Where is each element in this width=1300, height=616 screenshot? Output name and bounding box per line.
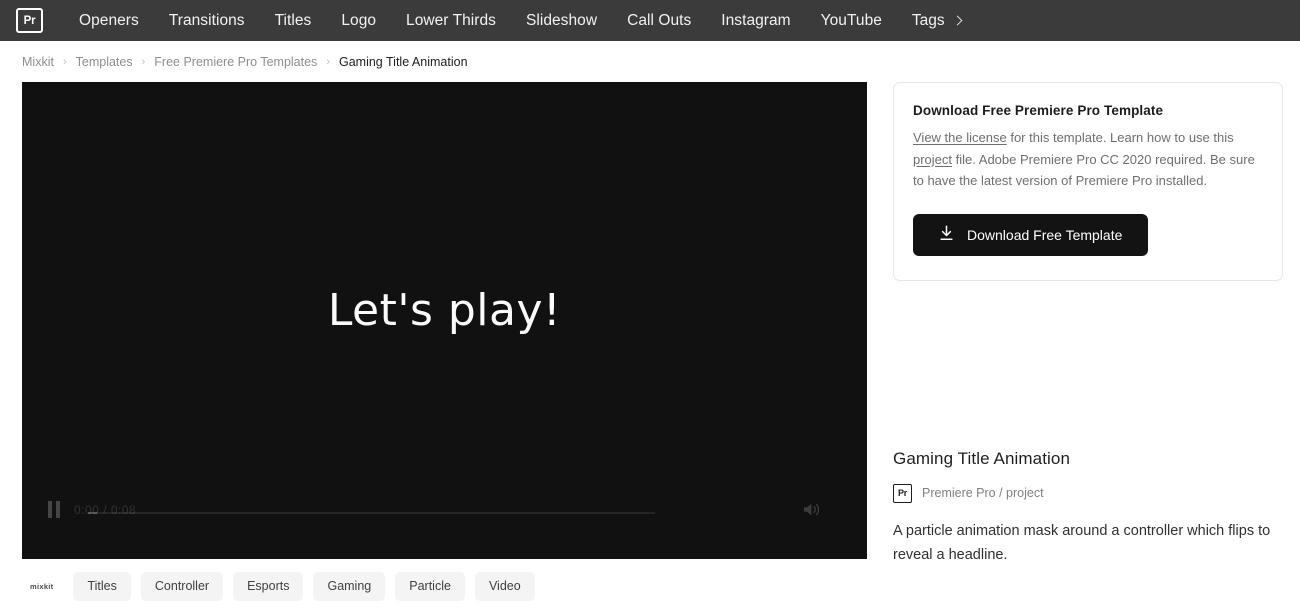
tag-video[interactable]: Video	[474, 572, 535, 601]
tag-list: mixkit Titles Controller Esports Gaming …	[22, 559, 867, 601]
template-title: Gaming Title Animation	[893, 448, 1071, 468]
breadcrumb-separator-icon: ›	[326, 55, 330, 68]
download-card-title: Download Free Premiere Pro Template	[913, 103, 1164, 118]
breadcrumb-separator-icon: ›	[141, 55, 146, 68]
template-meta: Gaming Title Animation Pr Premiere Pro /…	[893, 281, 1283, 567]
download-icon	[939, 225, 954, 244]
download-card: Download Free Premiere Pro Template View…	[893, 82, 1283, 281]
nav-item-logo[interactable]: Logo	[326, 0, 391, 41]
breadcrumb-item-templates[interactable]: Templates	[76, 55, 133, 69]
breadcrumb-item-mixkit[interactable]: Mixkit	[22, 55, 54, 69]
video-progress-fill	[88, 512, 97, 514]
nav-item-transitions[interactable]: Transitions	[154, 0, 260, 41]
volume-icon[interactable]	[802, 501, 821, 518]
video-column: Let's play! 0:00 / 0:08 mixkit Titles Co…	[22, 82, 867, 601]
breadcrumb-separator-icon: ›	[62, 55, 67, 68]
nav-item-titles[interactable]: Titles	[260, 0, 327, 41]
tag-esports[interactable]: Esports	[233, 572, 304, 601]
mixkit-wordmark-icon: mixkit	[30, 582, 54, 591]
chevron-right-icon	[952, 15, 963, 26]
nav-item-instagram[interactable]: Instagram	[706, 0, 805, 41]
premiere-pro-badge-icon: Pr	[893, 483, 912, 503]
download-card-description: View the license for this template. Lear…	[913, 127, 1263, 192]
breadcrumb: Mixkit › Templates › Free Premiere Pro T…	[0, 41, 1300, 82]
pause-icon[interactable]	[48, 501, 60, 518]
video-progress-bar[interactable]	[88, 512, 655, 514]
breadcrumb-item-current: Gaming Title Animation	[338, 54, 468, 69]
tag-titles[interactable]: Titles	[73, 572, 131, 601]
nav-item-openers[interactable]: Openers	[64, 0, 154, 41]
nav-item-tags-label: Tags	[911, 11, 945, 29]
download-card-text-1: for this template. Learn how to use this	[1006, 130, 1234, 145]
page-content: Let's play! 0:00 / 0:08 mixkit Titles Co…	[0, 82, 1300, 601]
template-description: A particle animation mask around a contr…	[893, 522, 1271, 563]
nav-item-call-outs[interactable]: Call Outs	[612, 0, 706, 41]
download-card-text-2: file. Adobe Premiere Pro CC 2020 require…	[913, 151, 1255, 189]
nav-item-lower-thirds[interactable]: Lower Thirds	[391, 0, 511, 41]
video-time-display: 0:00 / 0:08	[74, 502, 137, 517]
tag-controller[interactable]: Controller	[140, 572, 224, 601]
view-license-link[interactable]: View the license	[913, 130, 1007, 145]
sidebar-column: Download Free Premiere Pro Template View…	[893, 82, 1283, 567]
template-type-label: Premiere Pro / project	[922, 486, 1044, 500]
tag-particle[interactable]: Particle	[395, 572, 465, 601]
main-navigation-bar: Pr Openers Transitions Titles Logo Lower…	[0, 0, 1300, 41]
download-button-label: Download Free Template	[967, 226, 1123, 243]
video-controls: 0:00 / 0:08	[22, 489, 867, 559]
nav-item-youtube[interactable]: YouTube	[806, 0, 897, 41]
video-controls-left: 0:00 / 0:08	[48, 501, 136, 518]
breadcrumb-item-free-premiere-pro-templates[interactable]: Free Premiere Pro Templates	[154, 55, 317, 69]
video-player[interactable]: Let's play! 0:00 / 0:08	[22, 82, 867, 559]
project-file-link[interactable]: project	[913, 152, 952, 167]
download-free-template-button[interactable]: Download Free Template	[913, 213, 1149, 256]
tag-gaming[interactable]: Gaming	[313, 572, 386, 601]
video-overlay-title: Let's play!	[327, 285, 562, 336]
nav-item-tags[interactable]: Tags	[897, 12, 976, 30]
premiere-pro-logo-icon[interactable]: Pr	[16, 8, 43, 33]
template-type-row: Pr Premiere Pro / project	[893, 483, 1283, 503]
nav-item-slideshow[interactable]: Slideshow	[511, 0, 612, 41]
